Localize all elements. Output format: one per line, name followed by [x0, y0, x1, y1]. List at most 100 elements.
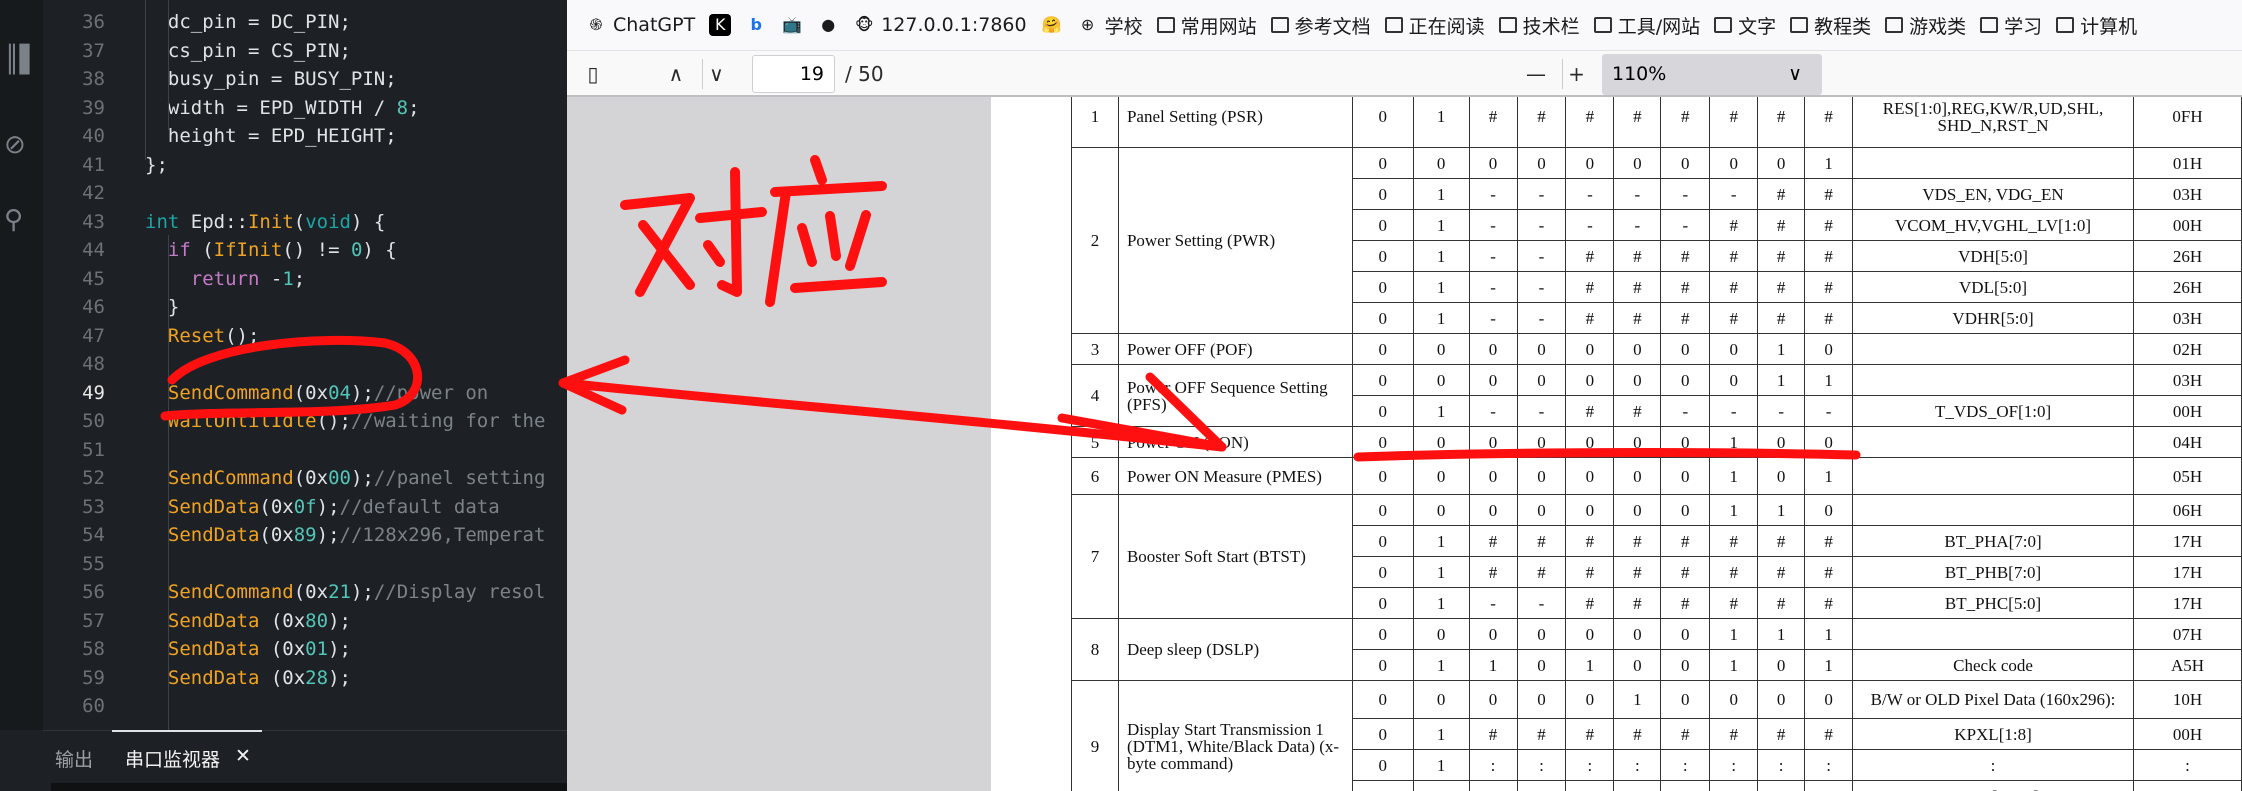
close-icon[interactable]: ✕ [235, 745, 251, 767]
code-line[interactable]: width = EPD_WIDTH / 8; [168, 94, 420, 123]
code-editor[interactable]: ║▌ ⊘ ⚲ 36 37 38 39 40 41 42 43 44 45 46 47 48 49 50 51 5… [0, 0, 567, 791]
code-token-cm: //power on [373, 381, 489, 404]
previous-page-button[interactable]: ∧ [662, 59, 690, 89]
code-line[interactable]: return -1; [191, 265, 305, 294]
code-token-pl: (0x [259, 609, 306, 632]
bookmark-学习[interactable]: 学习 [1980, 12, 2042, 39]
sidebar-toggle-icon[interactable]: ▯ [579, 59, 607, 89]
code-line[interactable]: SendData (0x28); [168, 664, 351, 693]
bookmark-游戏类[interactable]: 游戏类 [1885, 12, 1966, 39]
code-line[interactable]: dc_pin = DC_PIN; [168, 8, 351, 37]
hex-cell: 0FH [2132, 97, 2242, 148]
code-token-pl: ); [316, 524, 340, 546]
bookmark-文字[interactable]: 文字 [1714, 12, 1776, 39]
bit-cell: 0 [1516, 333, 1567, 365]
folder-icon [1980, 17, 1999, 33]
bookmark-教程类[interactable]: 教程类 [1790, 12, 1871, 39]
code-token-num: 1 [282, 267, 294, 290]
bookmark-127.0.0.1:7860[interactable]: 🐵 127.0.0.1:7860 [853, 14, 1027, 36]
code-line[interactable]: cs_pin = CS_PIN; [168, 37, 351, 66]
bookmark-参考文档[interactable]: 参考文档 [1270, 12, 1371, 39]
folder-icon [1384, 17, 1403, 33]
next-page-button[interactable]: ∨ [702, 59, 730, 89]
code-line[interactable]: busy_pin = BUSY_PIN; [168, 65, 397, 94]
table-row: 1 Panel Setting (PSR) 0 1 # # # # # # # # RES[1:0],R… [1071, 97, 2242, 148]
hex-cell: : [2132, 749, 2242, 781]
description-cell: KPXL[1:8] [1852, 718, 2134, 750]
tab-output[interactable]: 输出 [55, 745, 93, 772]
code-line[interactable]: int Epd::Init(void) { [145, 208, 385, 237]
code-line[interactable]: SendCommand(0x00);//panel setting [168, 464, 546, 493]
code-token-pl: ) { [362, 239, 397, 261]
bookmark-bing-icon[interactable]: b [745, 14, 767, 36]
bit-cell: - [1468, 302, 1518, 334]
page-number-input[interactable]: 19 [752, 55, 835, 93]
code-token-num: 28 [305, 666, 329, 689]
bit-cell: # [1660, 302, 1711, 334]
code-line[interactable]: Reset(); [168, 322, 260, 351]
hex-cell: 26H [2132, 271, 2242, 303]
gradio-icon: 🐵 [854, 15, 874, 34]
code-token-cm: //waiting for the [350, 410, 546, 432]
bookmark-label: 计算机 [2080, 15, 2138, 38]
bit-cell: 0 [1660, 680, 1711, 719]
bookmark-github-icon[interactable]: ● [817, 14, 839, 36]
bit-cell: 0 [1468, 680, 1518, 719]
code-line[interactable]: SendCommand(0x21);//Display resol [168, 578, 546, 607]
table-row: 3 Power OFF (POF) 0 0 0 0 0 0 0 0 1 0 02H [1071, 333, 2242, 365]
bookmark-正在阅读[interactable]: 正在阅读 [1384, 12, 1485, 39]
bit-cell: 1 [1412, 240, 1470, 272]
bit-cell: 0 [1660, 649, 1711, 681]
command-table: 1 Panel Setting (PSR) 0 1 # # # # # # # # RES[1:0],R… [1071, 97, 2242, 791]
bookmark-bilibili-icon[interactable]: 📺 [781, 14, 803, 36]
bookmark-常用网站[interactable]: 常用网站 [1156, 12, 1257, 39]
code-line[interactable]: SendData (0x01); [168, 635, 351, 664]
bookmark-ChatGPT[interactable]: ֍ ChatGPT [585, 14, 695, 36]
code-token-pl: ); [350, 467, 374, 489]
code-token-fn: Init [247, 210, 294, 233]
bit-cell: 1 [1412, 780, 1470, 791]
search-icon[interactable]: ⚲ [4, 205, 34, 235]
bookmarks-bar: ֍ ChatGPT Kb 📺 ● 🐵 127.0.0.1:7860 🤗 ⊕ 学校 常用网站 参考文档 正… [567, 0, 2242, 50]
bit-cell: - [1516, 178, 1567, 210]
code-line[interactable]: SendData (0x80); [168, 607, 351, 636]
bit-cell: : [1613, 749, 1662, 781]
code-line[interactable]: SendData(0x0f);//default data [168, 493, 500, 522]
library-icon[interactable]: ║▌ [4, 45, 40, 75]
code-line[interactable]: if (IfInit() != 0) { [168, 236, 397, 265]
description-cell: VCOM_HV,VGHL_LV[1:0] [1852, 209, 2134, 241]
code-line[interactable]: }; [145, 151, 168, 180]
bit-cell: # [1565, 240, 1615, 272]
bit-cell: 0 [1351, 271, 1414, 303]
bookmark-k-icon[interactable]: K [709, 14, 732, 36]
bookmark-工具/网站[interactable]: 工具/网站 [1593, 12, 1700, 39]
zoom-select[interactable]: 110% ∨ [1602, 54, 1822, 95]
code-line[interactable]: WaitUntilIdle();//waiting for the [168, 407, 546, 436]
code-area[interactable]: dc_pin = DC_PIN; cs_pin = CS_PIN; busy_pin… [145, 0, 567, 730]
command-number: 5 [1071, 426, 1119, 458]
tab-serial-monitor[interactable]: 串口监视器 [125, 745, 220, 772]
bookmark-计算机[interactable]: 计算机 [2056, 12, 2137, 39]
code-token-fn: SendData [167, 638, 260, 660]
command-number: 1 [1071, 97, 1119, 148]
bookmark-学校[interactable]: ⊕ 学校 [1077, 12, 1143, 39]
code-line[interactable]: } [168, 293, 179, 322]
bit-cell: # [1613, 556, 1662, 588]
code-line[interactable]: SendData(0x89);//128x296,Temperat [168, 521, 546, 550]
bit-cell: # [1565, 525, 1615, 557]
line-number: 37 [82, 39, 105, 62]
debug-icon[interactable]: ⊘ [4, 130, 34, 160]
code-line[interactable]: height = EPD_HEIGHT; [168, 122, 397, 151]
bit-cell: 0 [1660, 147, 1711, 179]
zoom-in-button[interactable]: + [1562, 59, 1590, 89]
code-line[interactable]: SendCommand(0x04);//power on [168, 379, 488, 408]
bit-cell: # [1516, 525, 1567, 557]
bookmark-huggingface-icon[interactable]: 🤗 [1041, 14, 1063, 36]
bit-cell: - [1660, 209, 1711, 241]
bit-cell: 0 [1757, 649, 1806, 681]
zoom-out-button[interactable]: — [1522, 59, 1550, 89]
line-number: 53 [82, 495, 105, 518]
code-token-fn: SendCommand [167, 467, 294, 489]
hex-cell: 03H [2132, 364, 2242, 396]
bookmark-技术栏[interactable]: 技术栏 [1498, 12, 1580, 39]
